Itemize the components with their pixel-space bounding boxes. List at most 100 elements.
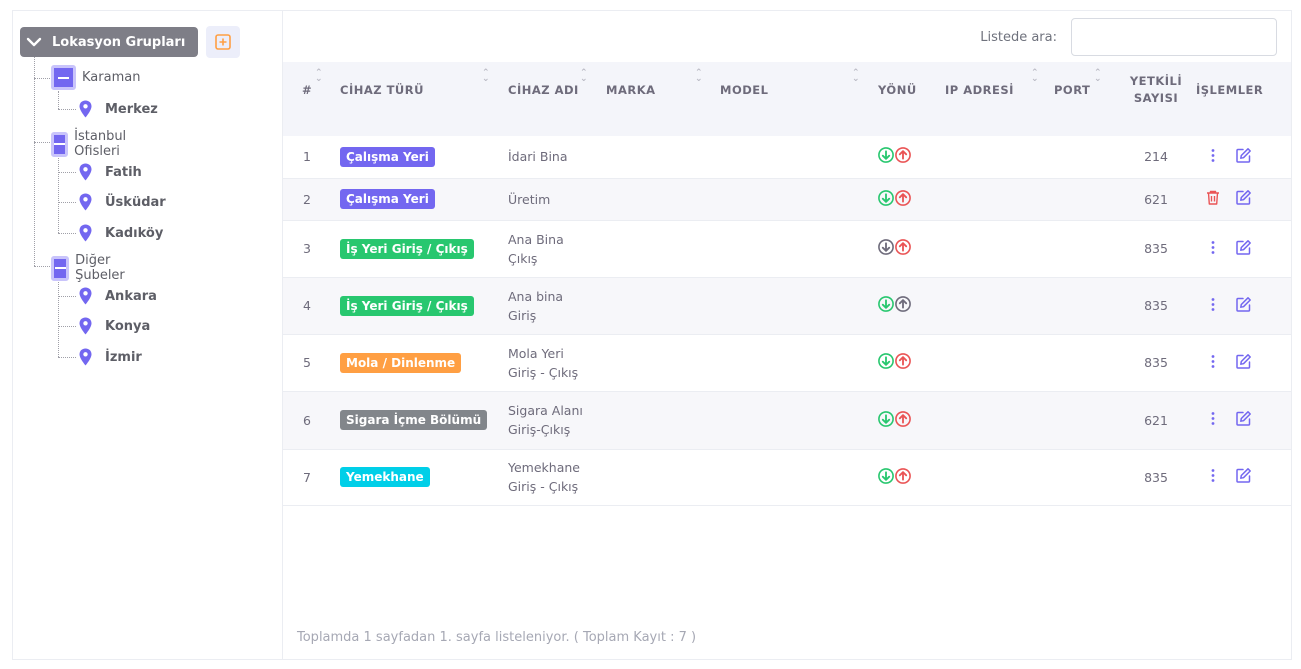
device-name-line-1: Ana Bina	[508, 231, 564, 247]
edit-icon	[1236, 239, 1251, 255]
row-menu-button[interactable]	[1205, 353, 1221, 373]
device-type-badge: İş Yeri Giriş / Çıkış	[340, 295, 474, 316]
arrow-down-circle-icon	[878, 353, 894, 369]
cell-direction	[878, 220, 945, 277]
arrow-down-circle-icon	[878, 189, 894, 206]
tree-item-kadikoy[interactable]: Kadıköy	[79, 224, 163, 242]
header-port[interactable]: PORT ⌃ ⌄	[1054, 62, 1116, 118]
header-ip[interactable]: IP ADRESİ ⌃ ⌄	[945, 62, 1054, 118]
tree-item-merkez[interactable]: Merkez	[79, 100, 158, 118]
edit-icon	[1236, 468, 1251, 483]
device-name-line-1: Sigara Alanı	[508, 403, 583, 418]
header-brand[interactable]: MARKA ⌃ ⌄	[606, 62, 720, 118]
tree-item-label: Merkez	[105, 101, 158, 117]
device-name-line-1: Mola Yeri	[508, 345, 564, 361]
row-menu-button[interactable]	[1205, 147, 1221, 167]
edit-icon	[1236, 353, 1251, 369]
cell-device-type: Yemekhane	[340, 449, 508, 505]
row-menu-button[interactable]	[1205, 410, 1221, 430]
tree-item-label: Kadıköy	[105, 225, 164, 241]
cell-authorized-count: 621	[1144, 412, 1168, 428]
search-label: Listede ara:	[980, 29, 1057, 45]
location-pin-icon	[79, 193, 92, 211]
cell-port	[1054, 136, 1116, 178]
cell-ip	[945, 136, 1054, 178]
more-vertical-icon[interactable]	[1205, 353, 1221, 370]
row-menu-button[interactable]	[1205, 296, 1221, 316]
cell-direction	[878, 334, 945, 391]
cell-port	[1054, 178, 1116, 220]
more-vertical-icon[interactable]	[1205, 239, 1221, 256]
arrow-up-circle-icon	[895, 410, 911, 427]
tree-item-uskudar[interactable]: Üsküdar	[79, 193, 166, 211]
arrow-up-circle-icon	[895, 239, 911, 255]
edit-button[interactable]	[1235, 467, 1252, 487]
edit-icon	[1236, 147, 1251, 163]
cell-device-type: Sigara İçme Bölümü	[340, 391, 508, 449]
device-type-badge: İş Yeri Giriş / Çıkış	[340, 238, 474, 259]
location-pin-icon	[79, 348, 92, 366]
edit-button[interactable]	[1235, 296, 1252, 316]
edit-button[interactable]	[1235, 189, 1252, 209]
tree-item-fatih[interactable]: Fatih	[79, 163, 142, 181]
table-row: 5 Mola / Dinlenme Mola Yeri Giriş - Çıkış 83…	[283, 334, 1291, 391]
row-menu-button[interactable]	[1205, 189, 1221, 209]
plus-square-icon	[215, 34, 231, 50]
device-name-line-2: Çıkış	[508, 250, 538, 266]
tree-group-karaman[interactable]: Karaman	[51, 65, 140, 90]
tree-group-istanbul[interactable]: İstanbul Ofisleri	[51, 129, 134, 159]
tree-group-diger[interactable]: Diğer Şubeler	[51, 253, 132, 283]
location-groups-toggle[interactable]: Lokasyon Grupları	[20, 27, 198, 57]
device-type-badge: Çalışma Yeri	[340, 146, 435, 167]
cell-device-name: Ana Bina Çıkış	[508, 220, 720, 277]
device-name-line-2: Giriş - Çıkış	[508, 479, 579, 494]
cell-num: 5	[303, 355, 311, 370]
cell-actions	[1196, 277, 1291, 334]
edit-button[interactable]	[1235, 410, 1252, 430]
header-device-type[interactable]: CİHAZ TÜRÜ ⌃ ⌄	[340, 62, 508, 118]
add-group-button[interactable]	[206, 26, 240, 58]
edit-button[interactable]	[1235, 353, 1252, 373]
arrow-up-circle-icon	[895, 353, 911, 369]
row-menu-button[interactable]	[1205, 239, 1221, 259]
cell-device-name: Sigara Alanı Giriş-Çıkış	[508, 391, 720, 449]
page-frame: Lokasyon Grupları Karaman Merkez İstanbu…	[12, 10, 1292, 660]
trash-icon[interactable]	[1205, 189, 1221, 206]
header-model[interactable]: MODEL ⌃ ⌄	[720, 62, 878, 118]
cell-authorized-count: 835	[1144, 298, 1168, 313]
cell-device-type: Çalışma Yeri	[340, 136, 508, 178]
more-vertical-icon[interactable]	[1205, 147, 1221, 164]
row-menu-button[interactable]	[1205, 467, 1221, 487]
cell-model	[720, 334, 878, 391]
cell-num: 3	[303, 241, 311, 256]
header-device-name[interactable]: CİHAZ ADI ⌃ ⌄	[508, 62, 606, 118]
device-name-line-2: Giriş	[508, 307, 537, 323]
edit-button[interactable]	[1235, 147, 1252, 167]
device-name-line-1: Yemekhane	[508, 460, 580, 475]
arrow-up-circle-icon	[895, 296, 911, 312]
cell-num: 7	[303, 469, 311, 485]
collapse-icon[interactable]	[51, 255, 70, 281]
cell-device-type: Mola / Dinlenme	[340, 334, 508, 391]
table-row: 7 Yemekhane Yemekhane Giriş - Çıkış 835	[283, 449, 1291, 505]
header-num[interactable]: # ⌃ ⌄	[283, 62, 340, 118]
collapse-icon[interactable]	[51, 65, 76, 90]
cell-actions	[1196, 334, 1291, 391]
more-vertical-icon[interactable]	[1205, 467, 1221, 484]
edit-icon	[1236, 411, 1251, 426]
header-authorized-count[interactable]: YETKİLİ SAYISI	[1116, 62, 1196, 118]
arrow-up-circle-icon	[895, 147, 911, 164]
search-input[interactable]	[1071, 18, 1277, 56]
more-vertical-icon[interactable]	[1205, 296, 1221, 313]
cell-actions	[1196, 449, 1291, 505]
tree-item-ankara[interactable]: Ankara	[79, 287, 157, 305]
cell-model	[720, 391, 878, 449]
tree-item-izmir[interactable]: İzmir	[79, 348, 142, 366]
tree-item-konya[interactable]: Konya	[79, 317, 150, 335]
collapse-icon[interactable]	[51, 131, 69, 157]
cell-device-name: Ana bina Giriş	[508, 277, 720, 334]
table-row: 6 Sigara İçme Bölümü Sigara Alanı Giriş-Çık…	[283, 391, 1291, 449]
table-row: 1 Çalışma Yeri İdari Bina 214	[283, 136, 1291, 178]
edit-button[interactable]	[1235, 239, 1252, 259]
more-vertical-icon[interactable]	[1205, 410, 1221, 427]
